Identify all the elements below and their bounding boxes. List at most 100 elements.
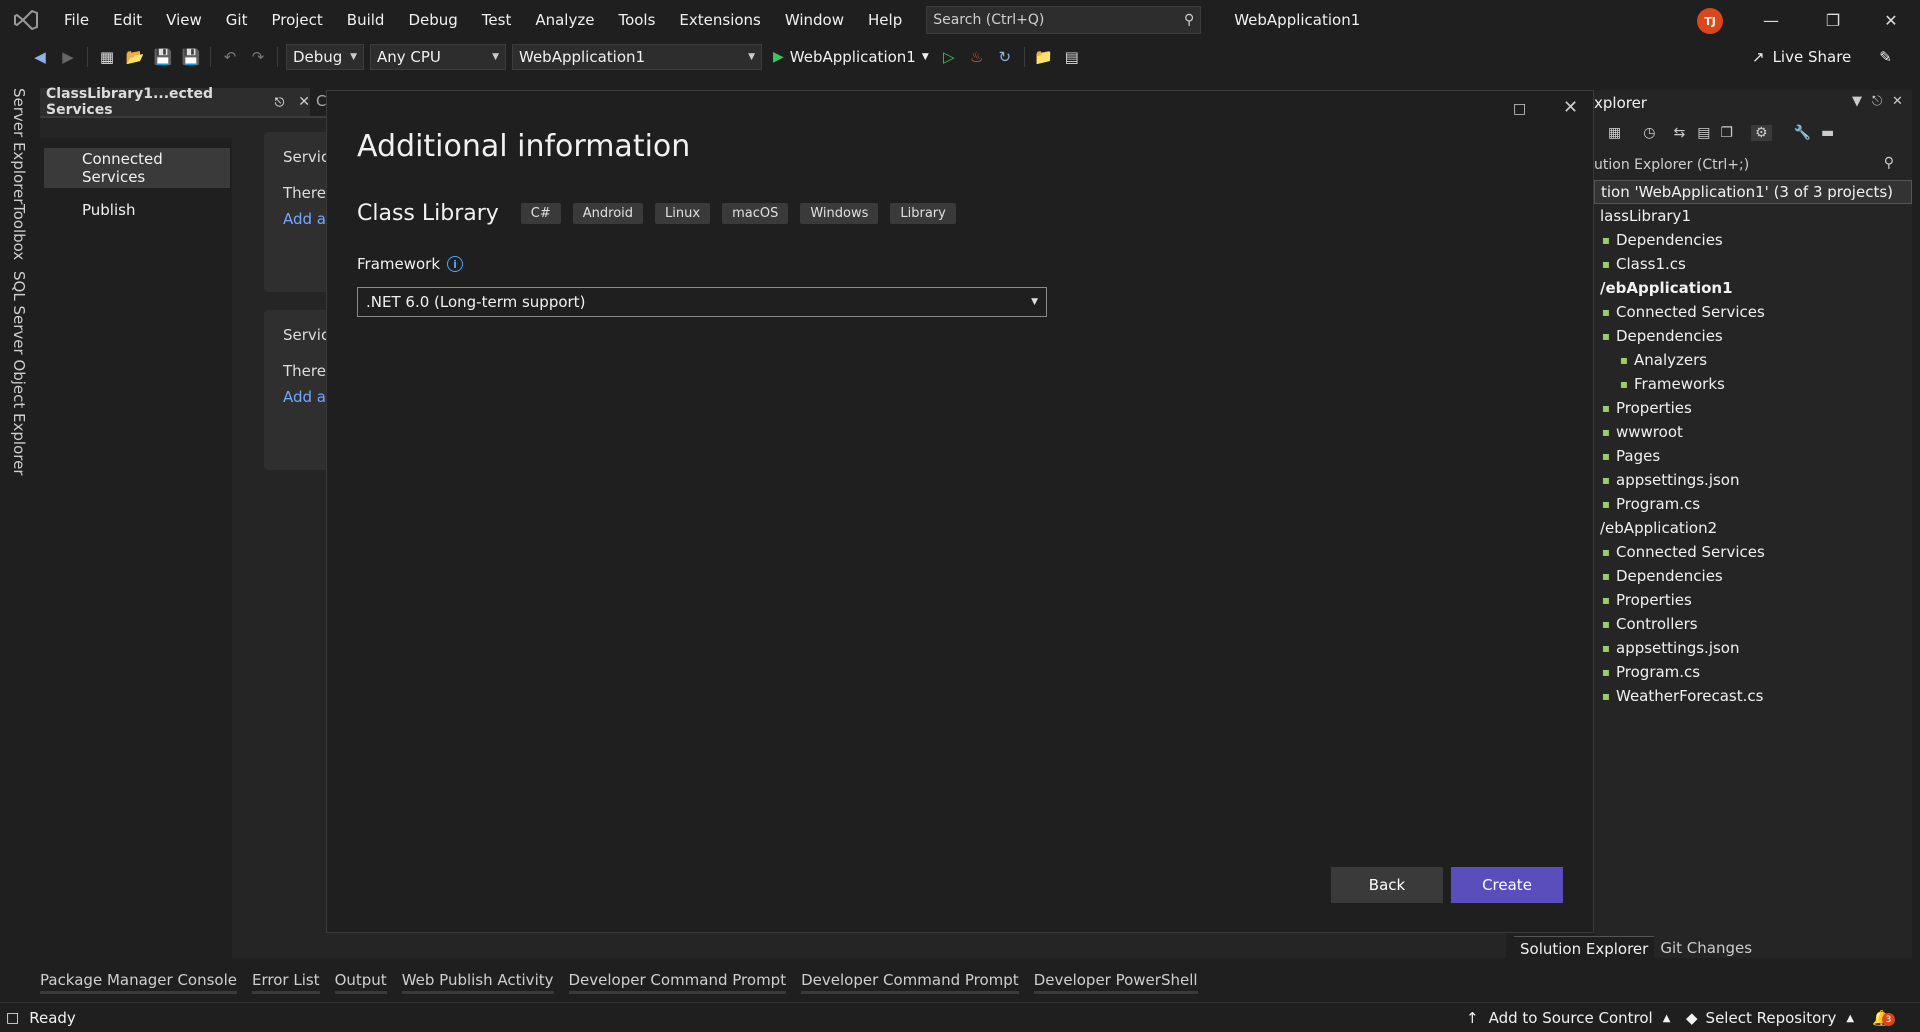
layout-icon[interactable]: ▤ (1060, 45, 1084, 69)
pin-icon[interactable]: ⎋ (275, 95, 285, 110)
search-box[interactable]: Search (Ctrl+Q) ⚲ (926, 6, 1202, 34)
restore-button[interactable]: ❐ (1810, 0, 1856, 40)
tree-item[interactable]: ▪ Connected Services (1594, 300, 1912, 324)
switch-views-icon[interactable]: ▦ (1608, 125, 1621, 141)
menu-item-file[interactable]: File (52, 0, 101, 40)
save-icon[interactable]: 💾 (151, 45, 175, 69)
start-debugging-button[interactable]: ▶ WebApplication1 ▼ (773, 48, 929, 66)
tree-item[interactable]: ▪ Class1.cs (1594, 252, 1912, 276)
tree-item[interactable]: ▪ WeatherForecast.cs (1594, 684, 1912, 708)
tree-item[interactable]: ▪ Pages (1594, 444, 1912, 468)
create-button[interactable]: Create (1451, 867, 1563, 903)
configuration-select[interactable]: Debug ▼ (286, 44, 364, 70)
tree-item[interactable]: ▪ Controllers (1594, 612, 1912, 636)
bottom-tab-package-manager-console[interactable]: Package Manager Console (40, 966, 238, 994)
menu-item-view[interactable]: View (154, 0, 214, 40)
back-button[interactable]: Back (1331, 867, 1443, 903)
properties-wrench-icon[interactable]: 🔧 (1794, 125, 1811, 141)
menu-item-analyze[interactable]: Analyze (523, 0, 606, 40)
live-share-button[interactable]: ↗ Live Share ✎ (1752, 40, 1892, 74)
navigate-back-icon[interactable]: ◀ (28, 45, 52, 69)
hot-reload-icon[interactable]: ♨ (965, 45, 989, 69)
tree-item[interactable]: ▪ wwwroot (1594, 420, 1912, 444)
tree-item[interactable]: tion 'WebApplication1' (3 of 3 projects) (1594, 180, 1912, 204)
maximize-dialog-icon[interactable]: □ (1513, 101, 1529, 117)
solution-explorer-search[interactable]: ution Explorer (Ctrl+;) ⚲ (1594, 152, 1912, 178)
tree-item[interactable]: /ebApplication1 (1594, 276, 1912, 300)
tree-item[interactable]: ▪ Properties (1594, 396, 1912, 420)
bottom-tab-output[interactable]: Output (334, 966, 387, 994)
framework-select[interactable]: .NET 6.0 (Long-term support) ▼ (357, 287, 1047, 317)
sql-server-object-explorer-tab[interactable]: SQL Server Object Explorer (10, 271, 28, 476)
navigate-forward-icon[interactable]: ▶ (56, 45, 80, 69)
history-icon[interactable]: ◷ (1643, 125, 1655, 141)
tree-item[interactable]: ▪ Properties (1594, 588, 1912, 612)
bottom-tab-developer-command-prompt[interactable]: Developer Command Prompt (568, 966, 786, 994)
close-panel-icon[interactable]: ✕ (1892, 94, 1903, 109)
tree-item[interactable]: ▪ Analyzers (1594, 348, 1912, 372)
platform-select[interactable]: Any CPU ▼ (370, 44, 506, 70)
refresh-icon[interactable]: ↻ (993, 45, 1017, 69)
output-window-icon[interactable]: □ (6, 1010, 19, 1026)
bottom-tab-developer-command-prompt[interactable]: Developer Command Prompt (801, 966, 1019, 994)
add-to-source-control-button[interactable]: ↑ Add to Source Control ▲ (1466, 1003, 1670, 1032)
collapse-all-icon[interactable]: ▤ (1697, 125, 1710, 141)
tree-item[interactable]: ▪ appsettings.json (1594, 636, 1912, 660)
document-tab-connected-services[interactable]: ClassLibrary1...ected Services ⎋ ✕ (40, 86, 310, 118)
search-icon[interactable]: ⚲ (1884, 155, 1894, 171)
save-all-icon[interactable]: 💾 (179, 45, 203, 69)
feedback-icon[interactable]: ✎ (1879, 48, 1892, 66)
menu-item-build[interactable]: Build (335, 0, 397, 40)
close-window-button[interactable]: ✕ (1868, 0, 1914, 40)
sync-icon[interactable]: ⇆ (1673, 125, 1685, 141)
startup-project-select[interactable]: WebApplication1 ▼ (512, 44, 762, 70)
close-dialog-icon[interactable]: ✕ (1563, 97, 1583, 118)
new-project-icon[interactable]: ▦ (95, 45, 119, 69)
menu-item-edit[interactable]: Edit (101, 0, 154, 40)
start-without-debugging-icon[interactable]: ▷ (937, 45, 961, 69)
window-position-icon[interactable]: ▼ (1852, 94, 1862, 109)
tab-solution-explorer[interactable]: Solution Explorer (1514, 936, 1655, 960)
tree-item[interactable]: ▪ Dependencies (1594, 324, 1912, 348)
bottom-tab-developer-powershell[interactable]: Developer PowerShell (1033, 966, 1198, 994)
menu-item-help[interactable]: Help (856, 0, 914, 40)
menu-item-git[interactable]: Git (214, 0, 260, 40)
tree-item[interactable]: lassLibrary1 (1594, 204, 1912, 228)
search-icon[interactable]: ⚲ (1184, 12, 1194, 28)
menu-item-debug[interactable]: Debug (396, 0, 469, 40)
tree-item[interactable]: ▪ Dependencies (1594, 564, 1912, 588)
tree-item[interactable]: ▪ Program.cs (1594, 660, 1912, 684)
document-tab-second[interactable]: C (316, 92, 326, 110)
filter-icon[interactable]: ⚙ (1750, 125, 1772, 141)
menu-item-test[interactable]: Test (470, 0, 524, 40)
toolbox-tab[interactable]: Toolbox (10, 204, 28, 260)
bottom-tab-web-publish-activity[interactable]: Web Publish Activity (401, 966, 554, 994)
nav-item-connected-services[interactable]: Connected Services (44, 148, 230, 188)
tab-git-changes[interactable]: Git Changes (1654, 936, 1758, 960)
server-explorer-tab[interactable]: Server Explorer (10, 88, 28, 204)
open-folder-icon[interactable]: 📂 (123, 45, 147, 69)
tree-item[interactable]: ▪ Dependencies (1594, 228, 1912, 252)
pin-icon[interactable]: ⎋ (1872, 94, 1882, 109)
menu-item-window[interactable]: Window (773, 0, 856, 40)
select-repository-button[interactable]: ◆ Select Repository ▲ (1686, 1003, 1854, 1032)
menu-item-tools[interactable]: Tools (606, 0, 667, 40)
show-all-files-icon[interactable]: ❐ (1720, 125, 1733, 141)
folder-icon[interactable]: 📁 (1032, 45, 1056, 69)
close-tab-icon[interactable]: ✕ (298, 94, 310, 110)
nav-item-publish[interactable]: Publish (44, 190, 230, 230)
tree-item[interactable]: /ebApplication2 (1594, 516, 1912, 540)
redo-icon[interactable]: ↷ (246, 45, 270, 69)
tree-item[interactable]: ▪ appsettings.json (1594, 468, 1912, 492)
preview-icon[interactable]: ▬ (1821, 125, 1834, 141)
info-icon[interactable]: i (447, 256, 464, 272)
tree-item[interactable]: ▪ Frameworks (1594, 372, 1912, 396)
tree-item[interactable]: ▪ Connected Services (1594, 540, 1912, 564)
bottom-tab-error-list[interactable]: Error List (252, 966, 320, 994)
tree-item[interactable]: ▪ Program.cs (1594, 492, 1912, 516)
undo-icon[interactable]: ↶ (218, 45, 242, 69)
visual-studio-logo-icon[interactable] (12, 6, 40, 34)
user-avatar[interactable]: TJ (1697, 8, 1723, 34)
minimize-button[interactable]: — (1748, 0, 1794, 40)
menu-item-extensions[interactable]: Extensions (667, 0, 772, 40)
